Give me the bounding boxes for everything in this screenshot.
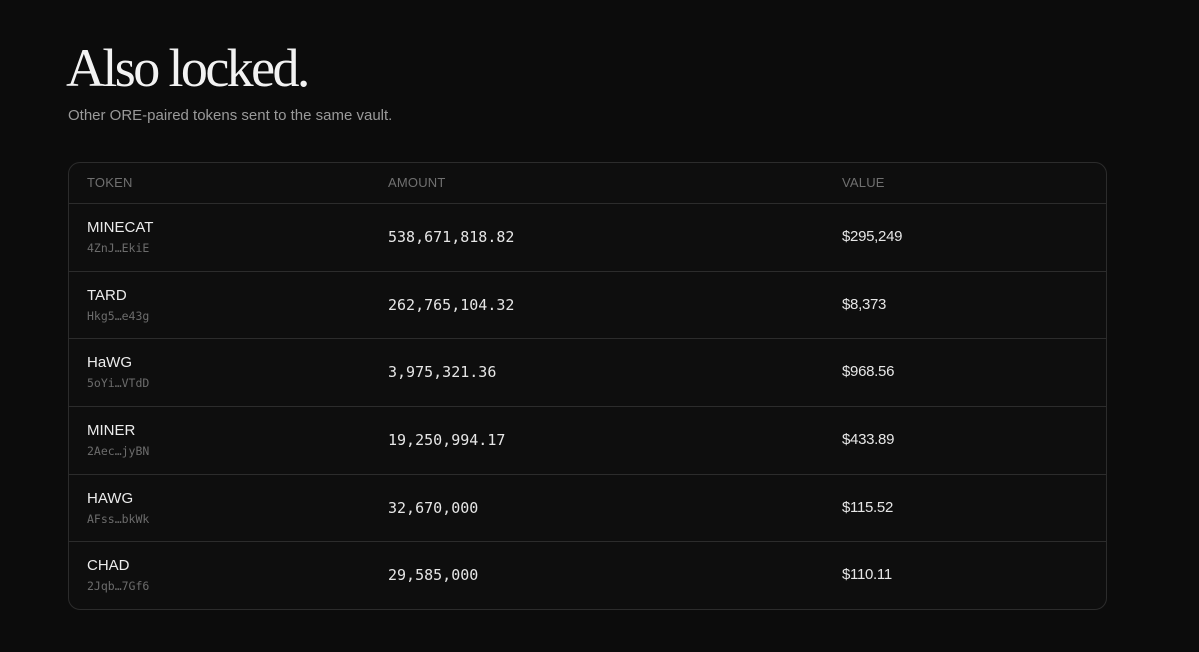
token-symbol: MINER	[87, 422, 136, 440]
table-row: CHAD 2Jqb…7Gf6 29,585,000 $110.11	[69, 542, 1106, 609]
token-value: $115.52	[842, 498, 894, 516]
table-row: HAWG AFss…bkWk 32,670,000 $115.52	[69, 475, 1106, 543]
table-row: MINER 2Aec…jyBN 19,250,994.17 $433.89	[69, 407, 1106, 475]
token-address: 2Aec…jyBN	[87, 444, 150, 459]
token-symbol: MINECAT	[87, 219, 154, 236]
token-address: AFss…bkWk	[87, 511, 150, 526]
table-row: HaWG 5oYi…VTdD 3,975,321.36 $968.56	[69, 339, 1106, 408]
token-value: $968.56	[842, 363, 895, 381]
column-header-amount: AMOUNT	[388, 175, 446, 190]
token-value: $295,249	[842, 228, 903, 245]
token-address: Hkg5…e43g	[87, 308, 150, 323]
table-row: TARD Hkg5…e43g 262,765,104.32 $8,373	[69, 272, 1106, 340]
table-row: MINECAT 4ZnJ…EkiE 538,671,818.82 $295,24…	[69, 204, 1106, 272]
token-amount: 29,585,000	[388, 566, 479, 585]
table-header: TOKEN AMOUNT VALUE	[69, 163, 1106, 204]
token-amount: 32,670,000	[388, 498, 479, 517]
section-subtitle: Other ORE-paired tokens sent to the same…	[68, 107, 393, 124]
token-value: $110.11	[842, 566, 892, 584]
token-amount: 538,671,818.82	[388, 228, 515, 246]
token-value: $8,373	[842, 295, 887, 313]
token-address: 4ZnJ…EkiE	[87, 241, 150, 255]
token-value: $433.89	[842, 431, 895, 449]
token-symbol: TARD	[87, 286, 127, 304]
token-symbol: HAWG	[87, 489, 134, 507]
locked-tokens-table: TOKEN AMOUNT VALUE MINECAT 4ZnJ…EkiE 538…	[68, 162, 1107, 610]
token-symbol: CHAD	[87, 557, 130, 575]
token-amount: 262,765,104.32	[388, 295, 515, 314]
token-address: 2Jqb…7Gf6	[87, 579, 150, 594]
section-title: Also locked.	[66, 38, 310, 98]
token-amount: 19,250,994.17	[388, 431, 506, 450]
column-header-token: TOKEN	[87, 175, 133, 190]
column-header-value: VALUE	[842, 175, 885, 190]
token-amount: 3,975,321.36	[388, 363, 497, 382]
token-symbol: HaWG	[87, 354, 132, 372]
token-address: 5oYi…VTdD	[87, 376, 150, 391]
